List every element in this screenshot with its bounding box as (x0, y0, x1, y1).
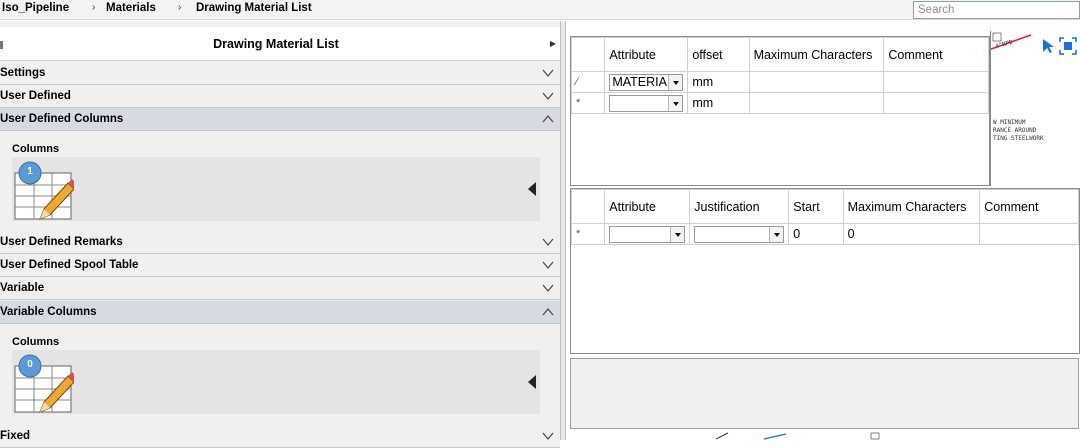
column-header-attribute[interactable]: Attribute (604, 37, 689, 72)
chevron-down-icon (542, 69, 554, 77)
attribute-cell[interactable] (604, 223, 691, 245)
section-label: User Defined Remarks (0, 236, 123, 248)
chevron-down-icon[interactable] (769, 226, 784, 242)
chevron-down-icon[interactable] (668, 74, 683, 90)
max-characters-cell[interactable] (748, 71, 885, 93)
chevron-up-icon (542, 308, 554, 316)
collapse-arrow-icon[interactable] (528, 182, 536, 196)
chevron-down-icon (542, 261, 554, 269)
section-settings[interactable]: Settings (0, 62, 560, 85)
column-header-comment[interactable]: Comment (979, 189, 1079, 224)
column-header-maximum-characters[interactable]: Maximum Characters (748, 37, 885, 72)
column-header-comment[interactable]: Comment (883, 37, 989, 72)
columns-title: Columns (12, 336, 60, 348)
column-count-badge: 1 (27, 166, 33, 177)
attribute-value: MATERIAL (612, 74, 674, 89)
breadcrumb-item-materials[interactable]: Materials (106, 2, 156, 14)
row-header-corner (570, 37, 606, 72)
drawing-note-line: RANCE AROUND (993, 127, 1037, 134)
section-label: Settings (0, 67, 46, 79)
section-label: Variable (0, 282, 45, 294)
edit-columns-icon[interactable] (14, 354, 74, 414)
start-cell[interactable]: 0 (788, 223, 844, 245)
right-panel: Attribute offset Maximum Characters Comm… (566, 21, 1080, 440)
row-header-corner (570, 189, 606, 224)
table-row[interactable]: * mm (570, 92, 989, 114)
attribute-dropdown[interactable] (609, 94, 684, 112)
column-header-offset[interactable]: offset (687, 37, 750, 72)
max-characters-cell[interactable]: 0 (842, 223, 981, 245)
breadcrumb-item-iso-pipeline[interactable]: Iso_Pipeline (2, 2, 69, 14)
column-header-maximum-characters[interactable]: Maximum Characters (842, 189, 981, 224)
drawing-fragment (716, 432, 880, 440)
offset-attribute-table: Attribute offset Maximum Characters Comm… (570, 37, 989, 114)
attribute-dropdown[interactable] (609, 225, 686, 243)
left-panel: Drawing Material List ▶ Settings User De… (0, 21, 560, 448)
section-user-defined-spool-table[interactable]: User Defined Spool Table (0, 254, 560, 277)
chevron-down-icon[interactable] (668, 95, 683, 111)
offset-attribute-grid: Attribute offset Maximum Characters Comm… (570, 36, 990, 186)
panel-title: Drawing Material List (213, 37, 339, 51)
section-label: Fixed (0, 430, 31, 442)
breadcrumb: Iso_Pipeline › Materials › Drawing Mater… (0, 0, 1080, 20)
chevron-down-icon (542, 284, 554, 292)
comment-cell[interactable] (979, 223, 1079, 245)
justification-dropdown[interactable] (694, 225, 785, 243)
columns-box: 1 (12, 157, 540, 221)
drawing-note-line: TING STEELWORK (993, 135, 1044, 142)
columns-title: Columns (12, 143, 60, 155)
zoom-extents-icon[interactable] (1059, 37, 1077, 55)
new-row-marker: * (570, 92, 606, 114)
table-row[interactable]: ∕ MATERIAL mm (570, 71, 989, 93)
columns-box: 0 (12, 350, 540, 414)
preview-box (570, 358, 1079, 429)
attribute-cell[interactable] (604, 92, 689, 114)
max-characters-cell[interactable] (748, 92, 885, 114)
edit-columns-icon[interactable] (14, 161, 74, 221)
table-row[interactable]: * 0 0 (570, 223, 1079, 245)
attribute-cell[interactable]: MATERIAL (604, 71, 689, 93)
chevron-down-icon[interactable] (670, 226, 685, 242)
column-header-start[interactable]: Start (788, 189, 844, 224)
drawing-preview[interactable]: 4"NPD W MINIMUM RANCE AROUND TING STEELW… (990, 31, 1080, 186)
column-header-attribute[interactable]: Attribute (604, 189, 691, 224)
justification-cell[interactable] (689, 223, 790, 245)
justification-attribute-grid: Attribute Justification Start Maximum Ch… (570, 188, 1080, 354)
expand-arrow-icon[interactable]: ▶ (550, 39, 556, 48)
section-variable[interactable]: Variable (0, 277, 560, 300)
pointer-icon[interactable] (1039, 37, 1057, 55)
new-row-marker: * (570, 223, 606, 245)
comment-cell[interactable] (883, 71, 989, 93)
search-input[interactable]: Search (913, 1, 1080, 19)
chevron-down-icon (542, 432, 554, 440)
column-header-justification[interactable]: Justification (689, 189, 790, 224)
section-label: User Defined (0, 90, 71, 102)
section-label: User Defined Spool Table (0, 259, 139, 271)
comment-cell[interactable] (883, 92, 989, 114)
chevron-down-icon (542, 92, 554, 100)
panel-header: Drawing Material List ▶ (0, 27, 560, 61)
chevron-up-icon (542, 115, 554, 123)
section-variable-columns[interactable]: Variable Columns (0, 301, 560, 324)
section-user-defined[interactable]: User Defined (0, 85, 560, 108)
section-fixed[interactable]: Fixed (0, 425, 560, 448)
section-user-defined-remarks[interactable]: User Defined Remarks (0, 231, 560, 254)
row-marker: ∕ (570, 71, 606, 93)
breadcrumb-item-drawing-material-list[interactable]: Drawing Material List (196, 2, 312, 14)
column-count-badge: 0 (27, 359, 33, 370)
breadcrumb-separator-icon: › (178, 2, 182, 13)
drawing-note-line: W MINIMUM (993, 119, 1026, 126)
section-label: Variable Columns (0, 306, 97, 318)
offset-cell[interactable]: mm (687, 71, 750, 93)
justification-attribute-table: Attribute Justification Start Maximum Ch… (570, 189, 1079, 245)
collapse-arrow-icon[interactable] (528, 375, 536, 389)
offset-cell[interactable]: mm (687, 92, 750, 114)
section-user-defined-columns[interactable]: User Defined Columns (0, 108, 560, 131)
breadcrumb-separator-icon: › (92, 2, 96, 13)
attribute-dropdown[interactable]: MATERIAL (609, 73, 684, 91)
section-label: User Defined Columns (0, 113, 124, 125)
chevron-down-icon (542, 238, 554, 246)
